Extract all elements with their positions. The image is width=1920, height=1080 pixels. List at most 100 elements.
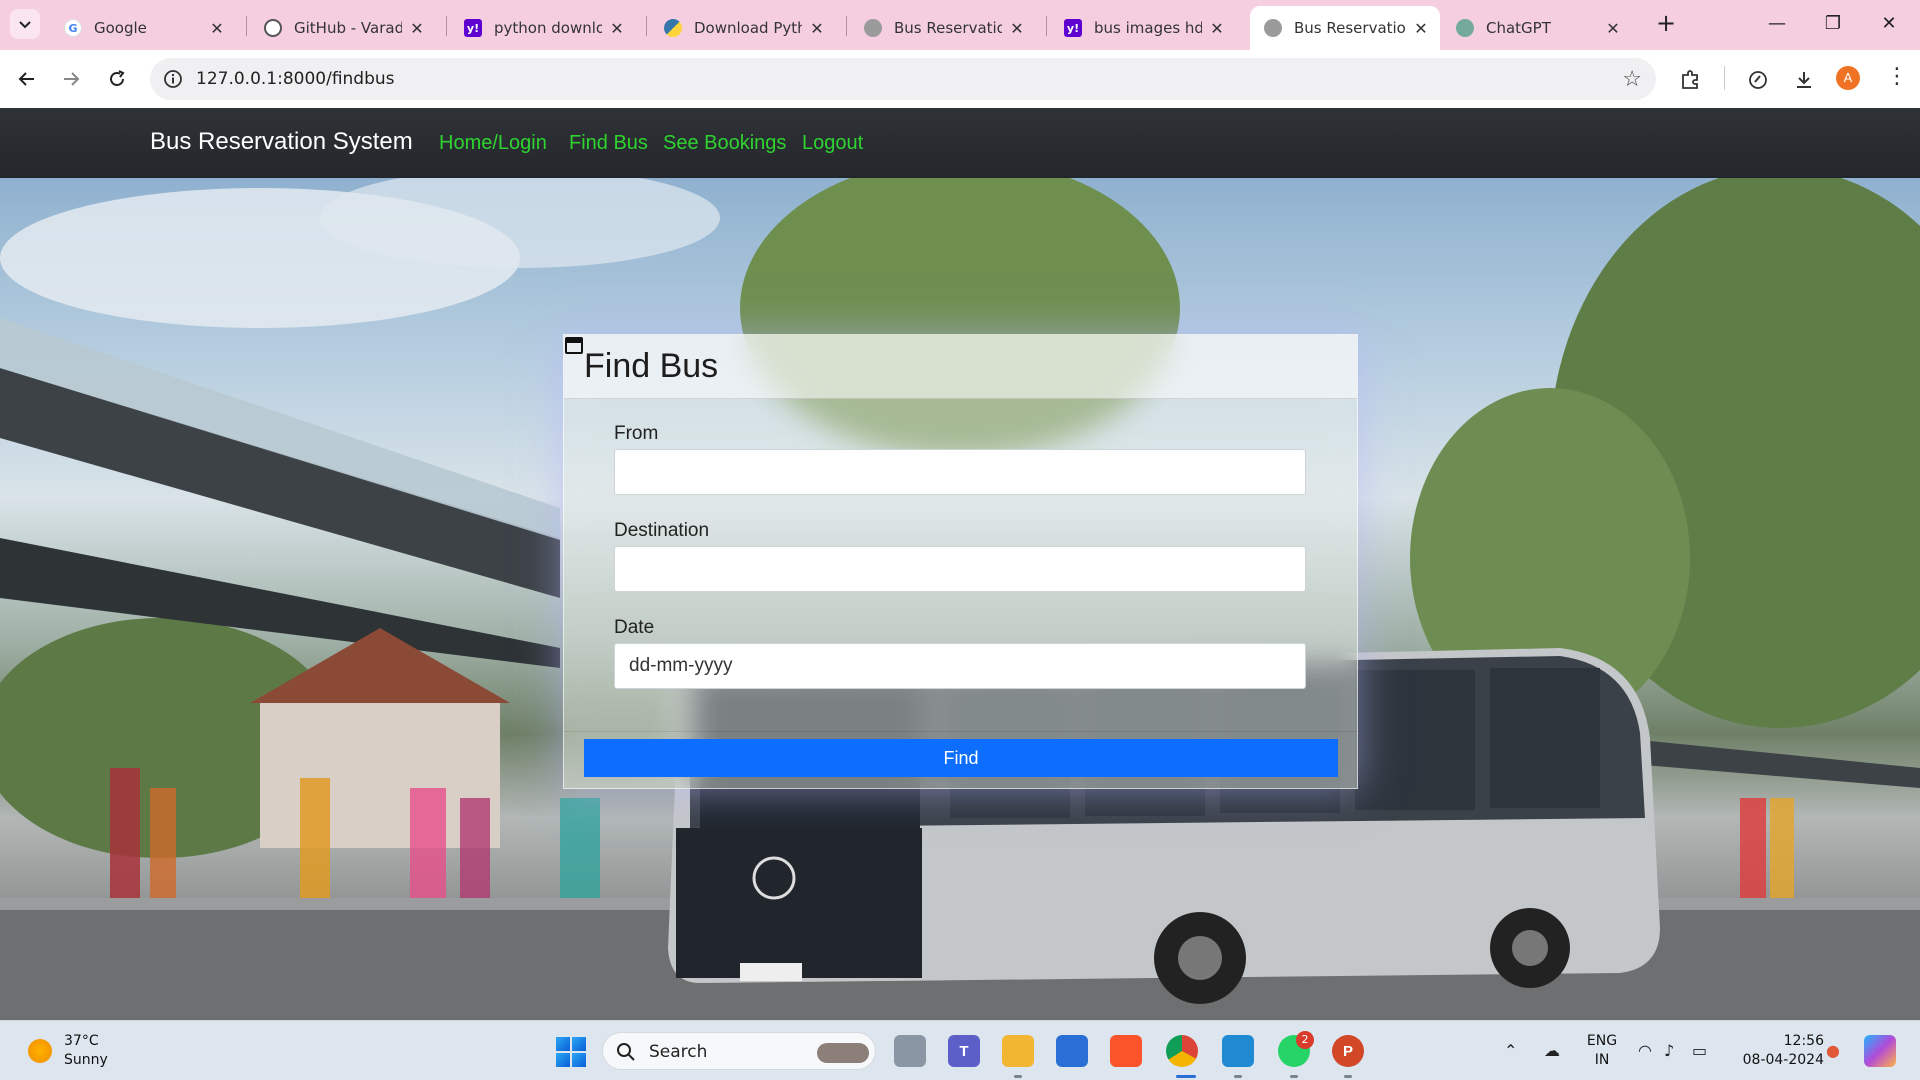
speaker-icon[interactable]: ♪ [1664,1041,1674,1060]
from-input[interactable] [614,449,1306,495]
vscode-icon[interactable] [1222,1035,1254,1067]
windows-taskbar: 37°C Sunny Search T 2 P ⌃ ☁ ENG IN ◠ ♪ ▭… [0,1020,1920,1080]
back-button[interactable] [14,66,40,92]
tab-bus-reservation-active[interactable]: Bus Reservation ✕ [1250,6,1440,50]
clock-time[interactable]: 12:56 [1732,1033,1824,1049]
language-indicator-line2[interactable]: IN [1584,1052,1620,1068]
close-window-button[interactable]: ✕ [1866,8,1912,40]
windows-start-icon[interactable] [556,1037,586,1067]
browser-menu-icon[interactable]: ⋮ [1886,64,1908,90]
find-bus-card: Find Bus From Destination Date Find [563,334,1358,789]
tab-title: Bus Reservation S [894,19,1002,37]
hero-background-bus-photo: Find Bus From Destination Date Find [0,178,1920,1020]
tab-divider [1046,16,1047,36]
destination-input[interactable] [614,546,1306,592]
address-bar[interactable]: 127.0.0.1:8000/findbus ☆ [150,58,1656,100]
tab-bus-images[interactable]: y! bus images hd 1 ✕ [1050,6,1236,50]
reload-button[interactable] [104,66,130,92]
search-icon [617,1043,635,1061]
notification-bell-icon[interactable]: ● [1826,1041,1840,1060]
nav-link-see-bookings[interactable]: See Bookings [663,132,786,155]
wifi-icon[interactable]: ◠ [1638,1041,1652,1060]
site-brand[interactable]: Bus Reservation System [150,128,413,156]
copilot-icon[interactable] [1864,1035,1896,1067]
plus-icon: + [1655,9,1677,37]
yahoo-icon: y! [464,19,482,37]
file-explorer-icon[interactable] [1002,1035,1034,1067]
tab-google[interactable]: G Google ✕ [50,6,236,50]
date-input[interactable] [614,643,1306,689]
close-icon[interactable]: ✕ [1604,19,1622,38]
find-button[interactable]: Find [584,739,1338,777]
task-view-icon[interactable] [894,1035,926,1067]
weather-temperature[interactable]: 37°C [64,1033,99,1049]
web-page: Bus Reservation System Home/Login Find B… [0,108,1920,1020]
store-icon[interactable] [1056,1035,1088,1067]
onedrive-icon[interactable]: ☁ [1544,1041,1560,1060]
arrow-right-icon [64,72,80,86]
close-icon[interactable]: ✕ [1208,19,1226,38]
bookmark-star-icon[interactable]: ☆ [1622,67,1642,92]
tab-search-button[interactable] [10,9,40,39]
tab-bus-reservation-1[interactable]: Bus Reservation S ✕ [850,6,1036,50]
chrome-icon[interactable] [1166,1035,1198,1067]
close-icon[interactable]: ✕ [608,19,626,38]
close-icon[interactable]: ✕ [1412,19,1430,38]
close-icon[interactable]: ✕ [208,19,226,38]
weather-description[interactable]: Sunny [64,1052,108,1068]
tab-divider [846,16,847,36]
battery-icon[interactable]: ▭ [1692,1041,1707,1060]
powerpoint-icon[interactable]: P [1332,1035,1364,1067]
tab-title: Google [94,19,147,37]
tab-title: GitHub - Varadh [294,19,402,37]
performance-button[interactable] [1744,66,1772,94]
restore-icon: ❐ [1824,13,1842,34]
yahoo-icon: y! [1064,19,1082,37]
tab-chatgpt[interactable]: ChatGPT ✕ [1442,6,1632,50]
tab-divider [246,16,247,36]
tab-download-python[interactable]: Download Pytho ✕ [650,6,836,50]
card-footer-divider [564,731,1357,732]
language-indicator-line1[interactable]: ENG [1584,1033,1620,1049]
clock-date[interactable]: 08-04-2024 [1732,1052,1824,1068]
teams-icon[interactable]: T [948,1035,980,1067]
puzzle-icon [1682,70,1698,89]
taskbar-search[interactable]: Search [602,1032,876,1070]
nav-link-find-bus[interactable]: Find Bus [569,132,648,155]
python-icon [664,19,682,37]
tab-title: python downloa [494,19,602,37]
chatgpt-icon [1456,19,1474,37]
site-navbar: Bus Reservation System Home/Login Find B… [0,108,1920,178]
weather-sun-icon[interactable] [28,1039,52,1063]
tab-title: bus images hd 1 [1094,19,1202,37]
browser-tab-strip: G Google ✕ GitHub - Varadh ✕ y! python d… [0,0,1920,50]
minimize-icon: — [1768,13,1786,34]
github-icon [264,19,282,37]
forward-button[interactable] [58,66,84,92]
tab-python-download[interactable]: y! python downloa ✕ [450,6,636,50]
nav-link-home-login[interactable]: Home/Login [439,132,547,155]
tab-title: Download Pytho [694,19,802,37]
nav-link-logout[interactable]: Logout [802,132,863,155]
new-tab-button[interactable]: + [1652,10,1680,38]
extensions-button[interactable] [1676,66,1704,94]
profile-avatar[interactable]: A [1836,66,1860,90]
arrow-left-icon [18,72,34,86]
site-info-icon[interactable] [162,68,184,90]
tab-github[interactable]: GitHub - Varadh ✕ [250,6,436,50]
calendar-icon[interactable] [564,335,584,355]
downloads-button[interactable] [1790,66,1818,94]
brave-icon[interactable] [1110,1035,1142,1067]
close-icon: ✕ [1881,13,1897,34]
close-icon[interactable]: ✕ [1008,19,1026,38]
running-indicator [1344,1075,1352,1078]
toolbar-divider [1724,66,1725,90]
url-text[interactable]: 127.0.0.1:8000/findbus [196,69,395,89]
minimize-button[interactable]: — [1754,8,1800,40]
globe-icon [1264,19,1282,37]
close-icon[interactable]: ✕ [808,19,826,38]
chevron-up-icon[interactable]: ⌃ [1504,1041,1517,1060]
close-icon[interactable]: ✕ [408,19,426,38]
google-icon: G [64,19,82,37]
restore-button[interactable]: ❐ [1810,8,1856,40]
